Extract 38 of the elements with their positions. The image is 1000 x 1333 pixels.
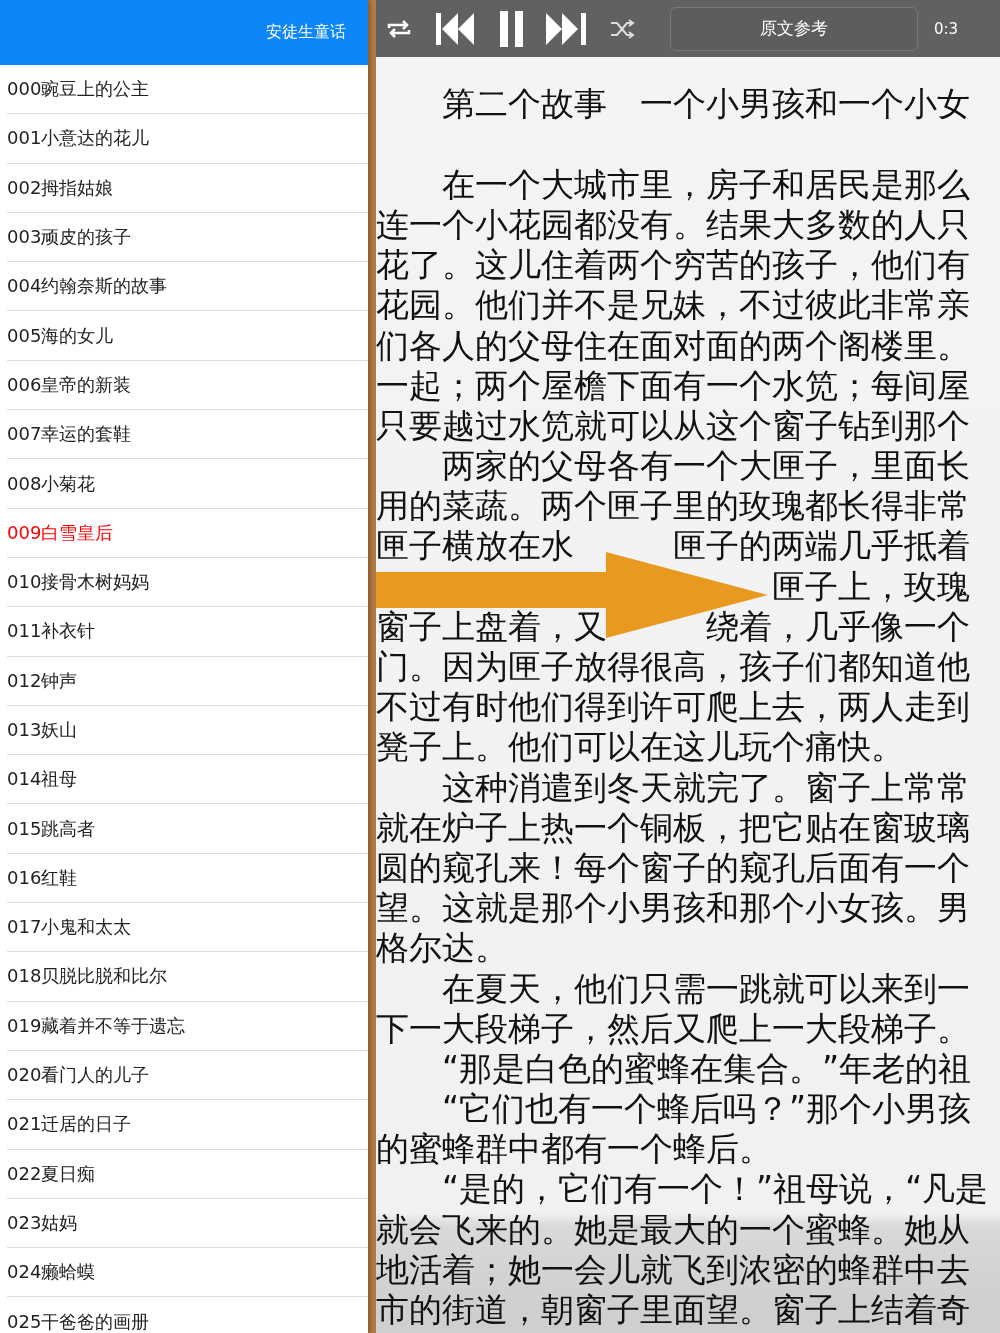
text-line: 下一大段梯子，然后又爬上一大段梯子。 bbox=[376, 1008, 970, 1048]
text-line: 就在炉子上热一个铜板，把它贴在窗玻璃 bbox=[376, 807, 970, 847]
paragraph-line: 在夏天，他们只需一跳就可以来到一 bbox=[441, 968, 970, 1008]
text-fragment: 匣子横放在水 bbox=[376, 526, 574, 567]
text-line: 只要越过水笕就可以从这个窗子钻到那个 bbox=[376, 405, 970, 445]
paragraph-line: “那是白色的蜜蜂在集合。”年老的祖 bbox=[441, 1048, 972, 1088]
text-line: 凳子上。他们可以在这儿玩个痛快。 bbox=[376, 727, 904, 767]
paragraph-line: “是的，它们有一个！”祖母说，“凡是 bbox=[441, 1169, 989, 1209]
text-line: 花园。他们并不是兄妹，不过彼此非常亲 bbox=[376, 285, 970, 325]
text-line: 用的菜蔬。两个匣子里的玫瑰都长得非常 bbox=[376, 486, 970, 526]
text-line: 们各人的父母住在面对面的两个阁楼里。 bbox=[376, 325, 970, 365]
paragraph-line: 两家的父母各有一个大匣子，里面长 bbox=[441, 446, 970, 486]
text-line: 就会飞来的。她是最大的一个蜜蜂。她从 bbox=[376, 1209, 970, 1249]
text-fragment: 匣子的两端几乎抵着 bbox=[673, 526, 970, 567]
text-line: 圆的窥孔来！每个窗子的窥孔后面有一个 bbox=[376, 847, 970, 887]
text-line: 格尔达。 bbox=[376, 928, 508, 968]
text-line: 连一个小花园都没有。结果大多数的人只 bbox=[376, 204, 970, 244]
text-fragment: 绕着，几乎像一个 bbox=[706, 606, 970, 647]
playback-time: 0:3 bbox=[934, 19, 959, 38]
text-line: 地活着；她一会儿就飞到浓密的蜂群中去 bbox=[376, 1249, 970, 1289]
text-line: 花了。这儿住着两个穷苦的孩子，他们有 bbox=[376, 245, 970, 285]
paragraph-line: 这种消遣到冬天就完了。窗子上常常 bbox=[441, 767, 970, 807]
sidebar-title: 安徒生童话 bbox=[266, 22, 346, 43]
next-track-icon[interactable] bbox=[546, 12, 588, 45]
shuffle-icon[interactable] bbox=[610, 18, 636, 39]
text-fragment: 窗子上盘着，又 bbox=[376, 606, 607, 647]
paragraph-line: 在一个大城市里，房子和居民是那么 bbox=[441, 164, 970, 204]
text-line: 市的街道，朝窗子里面望。窗子上结着奇 bbox=[376, 1290, 970, 1329]
original-text-button[interactable]: 原文参考 bbox=[670, 6, 918, 51]
text-line: 一起；两个屋檐下面有一个水笕；每间屋 bbox=[376, 365, 970, 405]
text-line: 匣子上，玫瑰 bbox=[771, 566, 970, 606]
text-line: 望。这就是那个小男孩和那个小女孩。男 bbox=[376, 888, 970, 928]
paragraph-line: “它们也有一个蜂后吗？”那个小男孩 bbox=[441, 1089, 972, 1129]
text-line: 不过有时他们得到许可爬上去，两人走到 bbox=[376, 687, 970, 727]
chapter-title: 第二个故事 一个小男孩和一个小女 bbox=[441, 84, 970, 124]
pause-icon[interactable] bbox=[500, 10, 524, 47]
text-line: 的蜜蜂群中都有一个蜂后。 bbox=[376, 1129, 772, 1169]
text-line: 门。因为匣子放得很高，孩子们都知道他 bbox=[376, 647, 970, 686]
